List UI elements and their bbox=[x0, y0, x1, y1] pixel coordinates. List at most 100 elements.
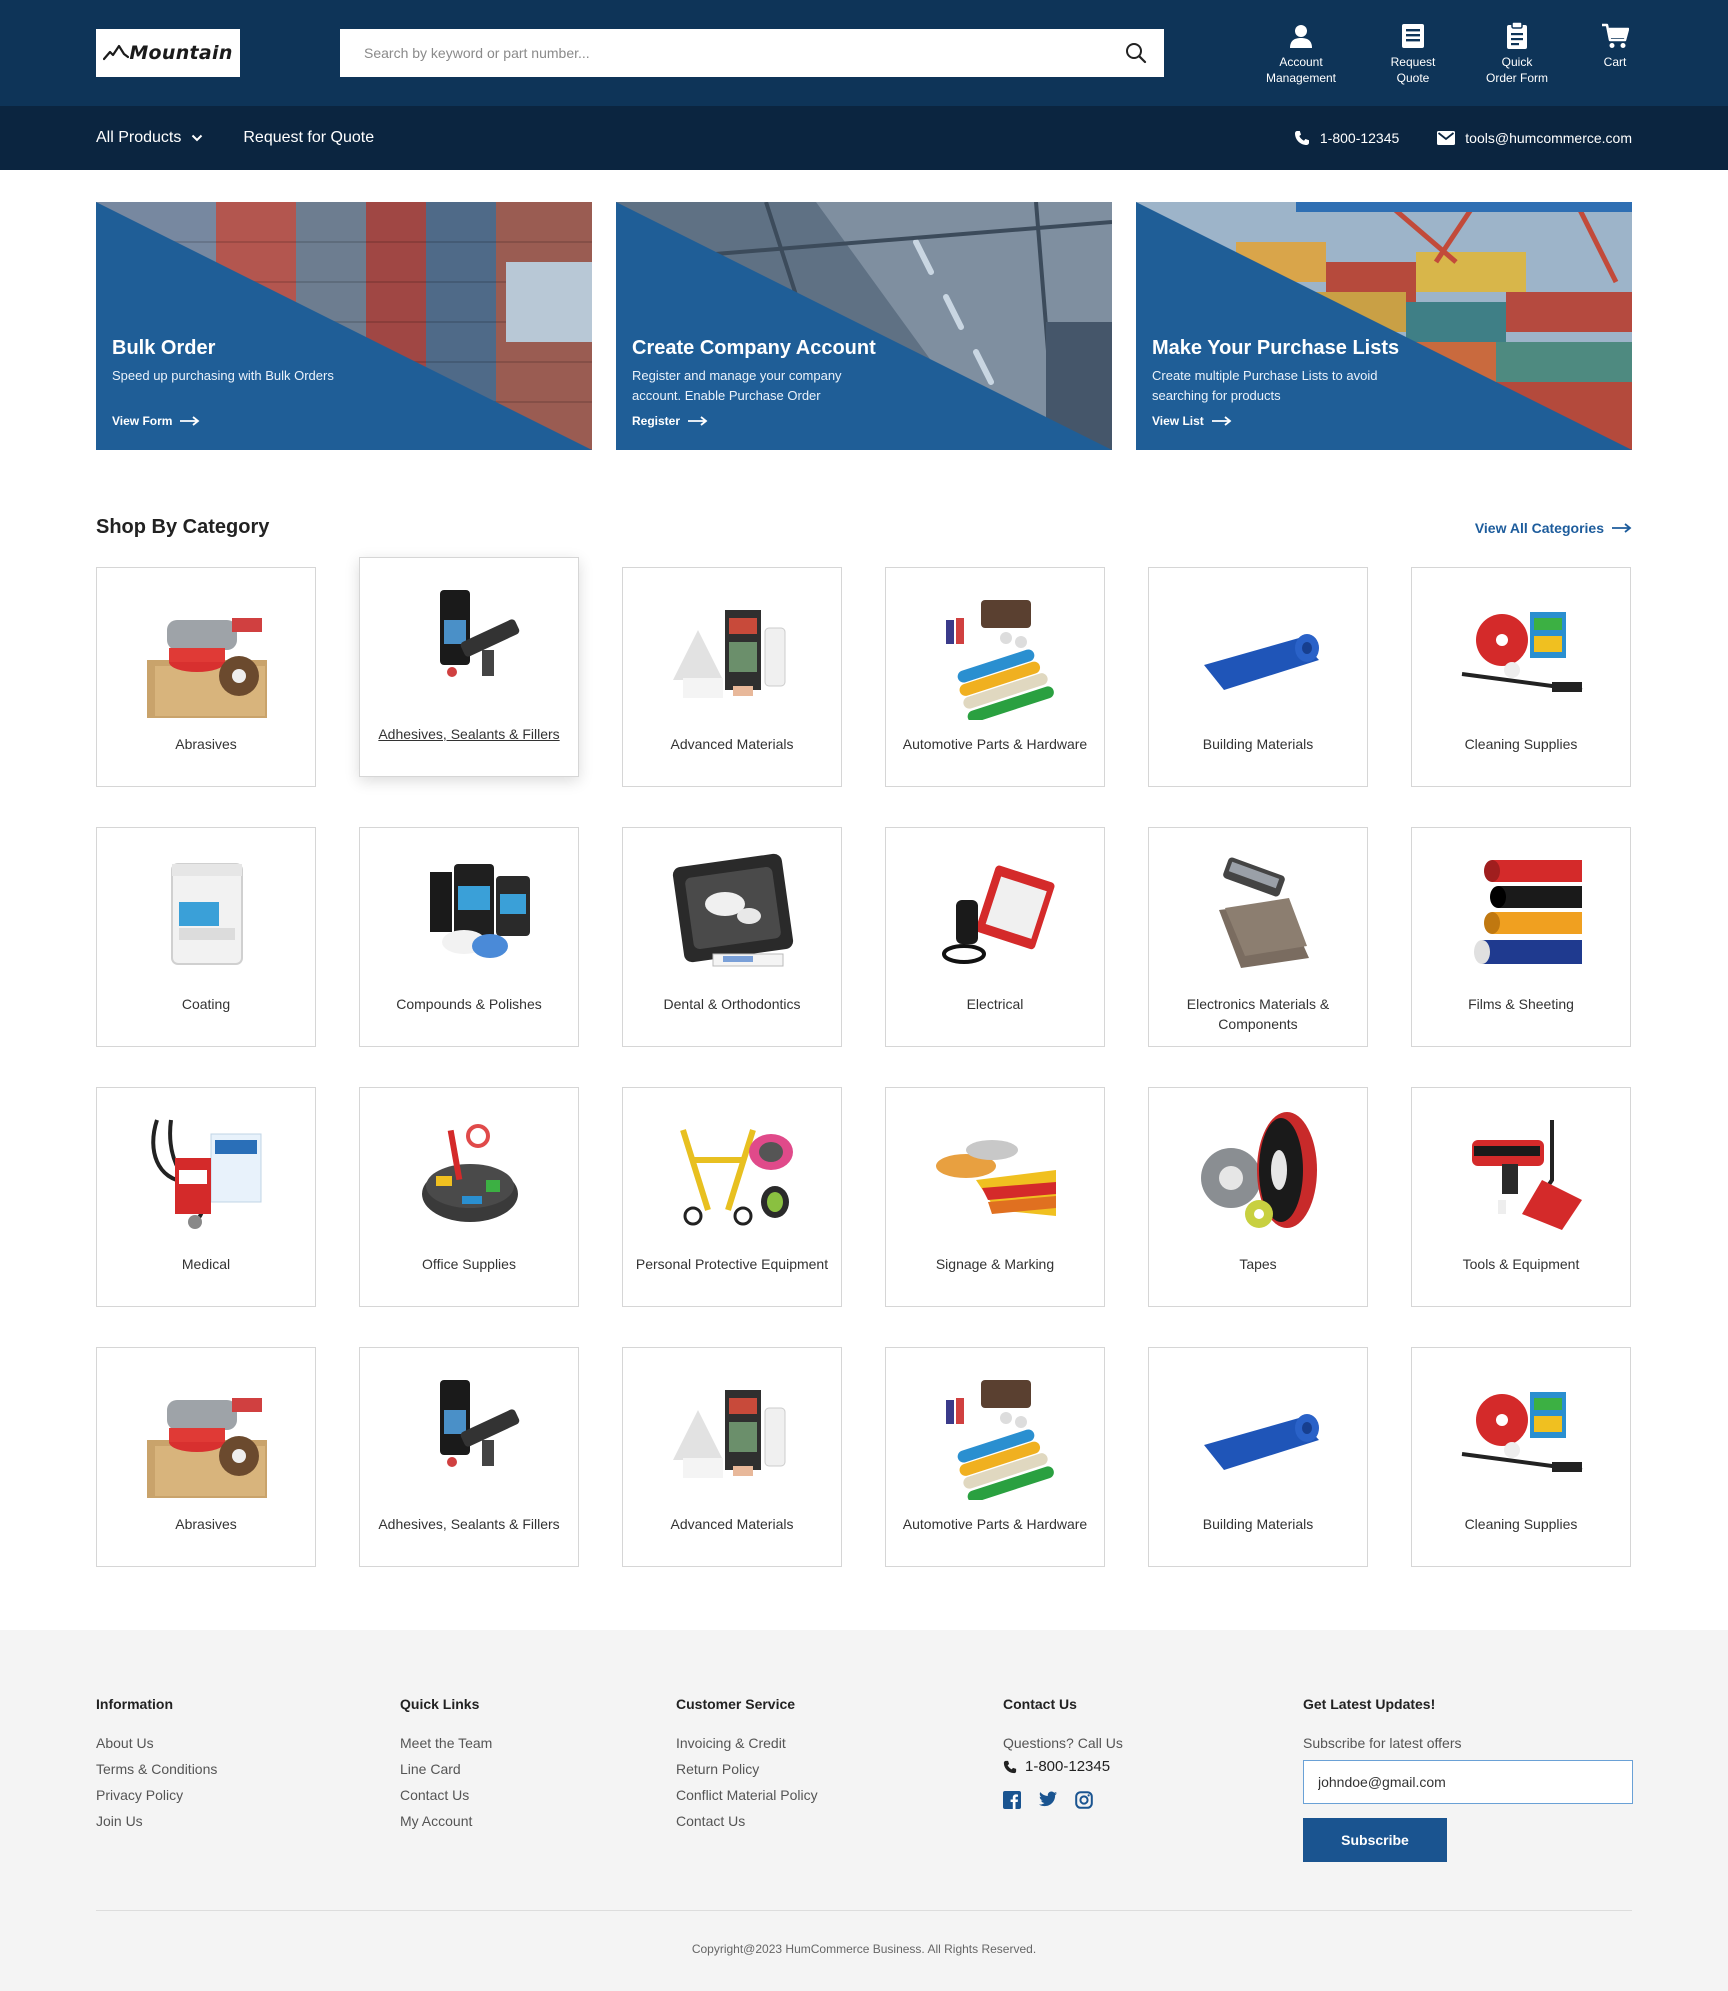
promo-bulk-order[interactable]: Bulk Order Speed up purchasing with Bulk… bbox=[96, 202, 592, 450]
category-label: Tapes bbox=[1239, 1256, 1277, 1272]
all-products-menu[interactable]: All Products bbox=[96, 129, 203, 147]
category-card-personal-protective-equipment[interactable]: Personal Protective Equipment bbox=[622, 1087, 842, 1307]
footer-link-return-policy[interactable]: Return Policy bbox=[676, 1756, 818, 1782]
promo-description: Speed up purchasing with Bulk Orders bbox=[112, 368, 334, 383]
category-card-signage-and-marking[interactable]: Signage & Marking bbox=[885, 1087, 1105, 1307]
category-card-tools-and-equipment[interactable]: Tools & Equipment bbox=[1411, 1087, 1631, 1307]
footer-link-join-us[interactable]: Join Us bbox=[96, 1808, 217, 1834]
footer-contact-question: Questions? Call Us bbox=[1003, 1735, 1123, 1751]
newsletter-email-input[interactable] bbox=[1303, 1760, 1633, 1804]
promo-title: Create Company Account bbox=[632, 337, 876, 359]
newsletter-subtitle: Subscribe for latest offers bbox=[1303, 1735, 1462, 1751]
category-label: Abrasives bbox=[175, 1516, 237, 1532]
category-card-compounds-and-polishes[interactable]: Compounds & Polishes bbox=[359, 827, 579, 1047]
footer-divider bbox=[96, 1910, 1632, 1911]
category-card-advanced-materials[interactable]: Advanced Materials bbox=[622, 567, 842, 787]
category-card-adhesives-sealants-and-fillers[interactable]: Adhesives, Sealants & Fillers bbox=[359, 1347, 579, 1567]
footer-link-about-us[interactable]: About Us bbox=[96, 1730, 217, 1756]
category-card-cleaning-supplies[interactable]: Cleaning Supplies bbox=[1411, 1347, 1631, 1567]
main-nav: All Products Request for Quote 1-800-123… bbox=[0, 106, 1728, 170]
footer-link-invoicing[interactable]: Invoicing & Credit bbox=[676, 1730, 818, 1756]
category-image-adhesives-sealants-and-fillers bbox=[440, 590, 520, 677]
cart-button[interactable]: Cart bbox=[1560, 20, 1670, 70]
category-card-electronics-materials-and-components[interactable]: Electronics Materials & Components bbox=[1148, 827, 1368, 1047]
category-card-automotive-parts-and-hardware[interactable]: Automotive Parts & Hardware bbox=[885, 1347, 1105, 1567]
category-label: Cleaning Supplies bbox=[1464, 1516, 1578, 1532]
category-image-films-and-sheeting bbox=[1474, 860, 1582, 964]
category-card-advanced-materials[interactable]: Advanced Materials bbox=[622, 1347, 842, 1567]
view-all-categories-link[interactable]: View All Categories bbox=[1475, 520, 1632, 536]
footer-link-meet-team[interactable]: Meet the Team bbox=[400, 1730, 492, 1756]
category-label: Cleaning Supplies bbox=[1464, 736, 1578, 752]
footer-link-contact-us[interactable]: Contact Us bbox=[400, 1782, 492, 1808]
category-card-medical[interactable]: Medical bbox=[96, 1087, 316, 1307]
category-card-adhesives-sealants-and-fillers[interactable]: Adhesives, Sealants & Fillers bbox=[359, 557, 579, 777]
category-card-films-and-sheeting[interactable]: Films & Sheeting bbox=[1411, 827, 1631, 1047]
category-card-building-materials[interactable]: Building Materials bbox=[1148, 1347, 1368, 1567]
phone-link[interactable]: 1-800-12345 bbox=[1294, 130, 1399, 146]
promo-description: Create multiple Purchase Lists to avoid … bbox=[1152, 368, 1378, 403]
category-card-electrical[interactable]: Electrical bbox=[885, 827, 1105, 1047]
category-image-automotive-parts-and-hardware bbox=[946, 1380, 1054, 1500]
category-card-office-supplies[interactable]: Office Supplies bbox=[359, 1087, 579, 1307]
twitter-icon[interactable] bbox=[1039, 1791, 1057, 1809]
footer-link-conflict-material[interactable]: Conflict Material Policy bbox=[676, 1782, 818, 1808]
footer-contact: Contact Us Questions? Call Us 1-800-1234… bbox=[1003, 1696, 1123, 1809]
category-image-adhesives-sealants-and-fillers bbox=[440, 1380, 520, 1467]
category-card-coating[interactable]: Coating bbox=[96, 827, 316, 1047]
footer-link-contact-us[interactable]: Contact Us bbox=[676, 1808, 818, 1834]
search-button[interactable] bbox=[1108, 29, 1164, 77]
category-card-tapes[interactable]: Tapes bbox=[1148, 1087, 1368, 1307]
account-management-button[interactable]: Account Management bbox=[1246, 20, 1356, 86]
footer-newsletter: Get Latest Updates! Subscribe for latest… bbox=[1303, 1696, 1633, 1862]
cart-label: Cart bbox=[1603, 55, 1627, 69]
promo-create-company-account[interactable]: Create Company Account Register and mana… bbox=[616, 202, 1112, 450]
search-bar bbox=[340, 29, 1164, 77]
category-image-personal-protective-equipment bbox=[680, 1129, 793, 1226]
category-card-dental-and-orthodontics[interactable]: Dental & Orthodontics bbox=[622, 827, 842, 1047]
footer-link-line-card[interactable]: Line Card bbox=[400, 1756, 492, 1782]
category-image-advanced-materials bbox=[673, 610, 786, 698]
category-image-electrical bbox=[942, 865, 1055, 964]
subscribe-button[interactable]: Subscribe bbox=[1303, 1818, 1447, 1862]
promo-title: Bulk Order bbox=[112, 337, 216, 359]
search-input[interactable] bbox=[340, 29, 1108, 77]
promo-purchase-lists[interactable]: Make Your Purchase Lists Create multiple… bbox=[1136, 202, 1632, 450]
arrow-right-icon bbox=[180, 416, 200, 426]
view-list-link[interactable]: View List bbox=[1152, 414, 1232, 428]
email-link[interactable]: tools@humcommerce.com bbox=[1437, 130, 1632, 146]
category-image-signage-and-marking bbox=[936, 1140, 1056, 1216]
footer-phone-number: 1-800-12345 bbox=[1025, 1758, 1111, 1775]
footer-link-my-account[interactable]: My Account bbox=[400, 1808, 492, 1834]
phone-number: 1-800-12345 bbox=[1319, 130, 1400, 146]
request-quote-button[interactable]: Request Quote bbox=[1358, 20, 1468, 86]
footer-link-privacy[interactable]: Privacy Policy bbox=[96, 1782, 217, 1808]
instagram-icon[interactable] bbox=[1075, 1791, 1093, 1809]
user-icon bbox=[1288, 20, 1314, 52]
category-card-abrasives[interactable]: Abrasives bbox=[96, 567, 316, 787]
quick-order-form-button[interactable]: Quick Order Form bbox=[1462, 20, 1572, 86]
logo-text: Mountain bbox=[129, 42, 233, 64]
banner-overlay bbox=[616, 202, 1112, 450]
mail-icon bbox=[1437, 131, 1456, 145]
request-quote-label: Request Quote bbox=[1390, 55, 1436, 85]
category-label: Advanced Materials bbox=[670, 1516, 794, 1532]
view-form-link[interactable]: View Form bbox=[112, 414, 200, 428]
category-card-building-materials[interactable]: Building Materials bbox=[1148, 567, 1368, 787]
request-for-quote-link[interactable]: Request for Quote bbox=[243, 129, 374, 147]
all-products-label: All Products bbox=[96, 129, 182, 146]
footer-phone-link[interactable]: 1-800-12345 bbox=[1003, 1758, 1123, 1775]
category-label: Films & Sheeting bbox=[1468, 996, 1574, 1012]
category-card-cleaning-supplies[interactable]: Cleaning Supplies bbox=[1411, 567, 1631, 787]
category-label: Building Materials bbox=[1202, 1516, 1314, 1532]
facebook-icon[interactable] bbox=[1003, 1791, 1021, 1809]
category-card-abrasives[interactable]: Abrasives bbox=[96, 1347, 316, 1567]
category-image-cleaning-supplies bbox=[1461, 1392, 1583, 1472]
footer-customer-service: Customer Service Invoicing & Credit Retu… bbox=[676, 1696, 818, 1834]
footer-link-terms[interactable]: Terms & Conditions bbox=[96, 1756, 217, 1782]
category-image-advanced-materials bbox=[673, 1390, 786, 1478]
register-link[interactable]: Register bbox=[632, 414, 708, 428]
category-card-automotive-parts-and-hardware[interactable]: Automotive Parts & Hardware bbox=[885, 567, 1105, 787]
site-logo[interactable]: Mountain bbox=[96, 29, 240, 77]
category-label: Office Supplies bbox=[422, 1256, 516, 1272]
